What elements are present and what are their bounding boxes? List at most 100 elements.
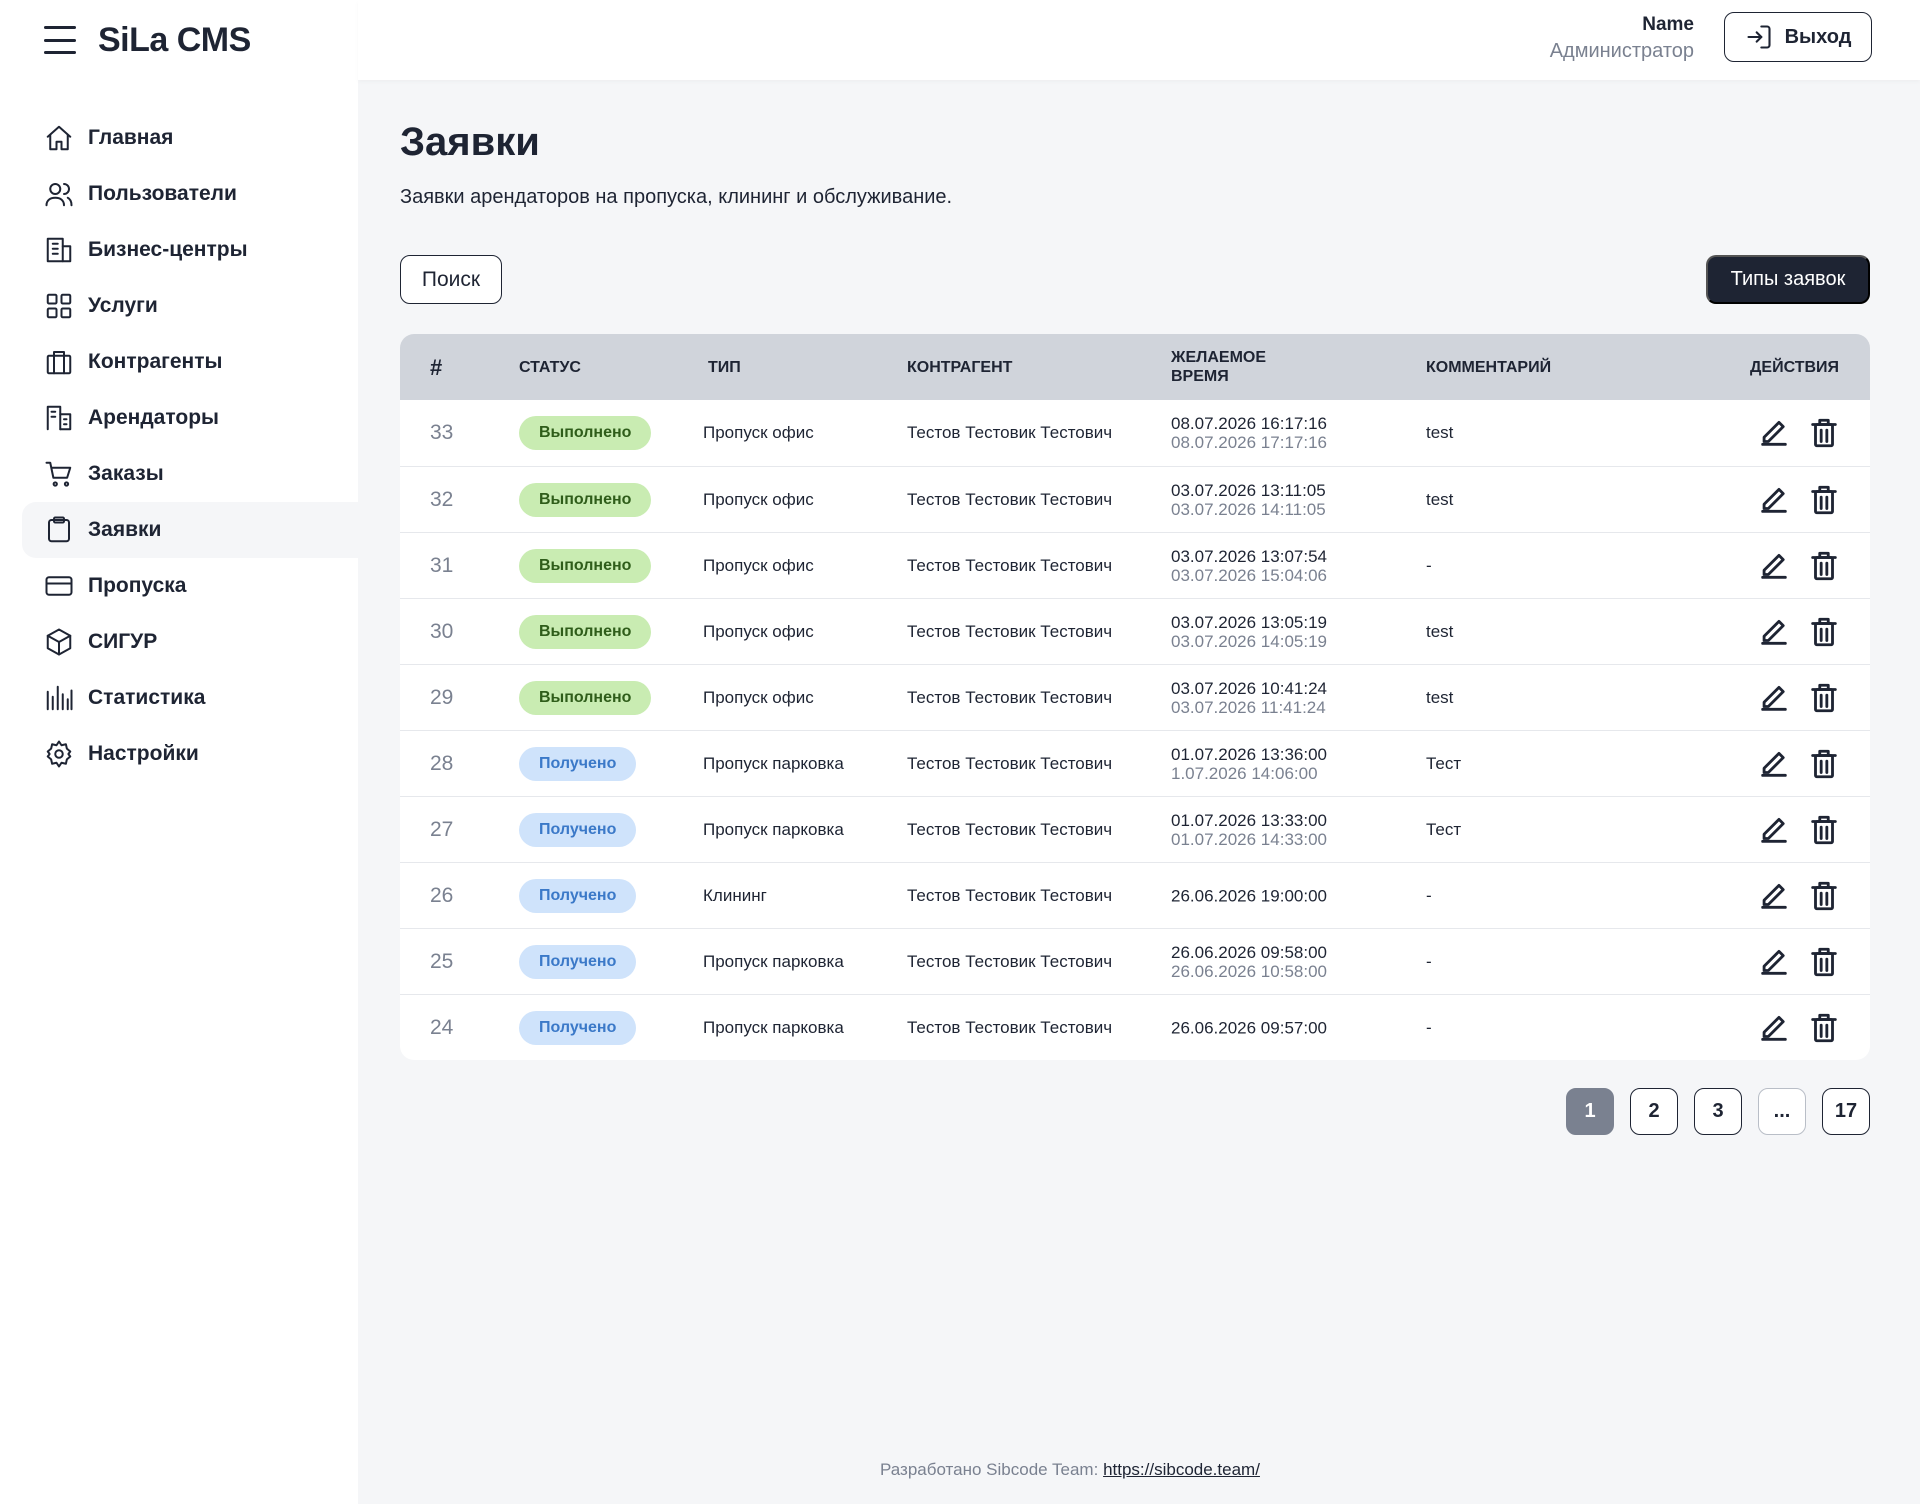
sidebar-item-label: Статистика: [88, 686, 206, 709]
page-button[interactable]: 3: [1694, 1088, 1742, 1135]
sidebar-item-briefcase[interactable]: Контрагенты: [22, 334, 358, 390]
time-start: 26.06.2026 09:58:00: [1171, 942, 1327, 962]
edit-icon[interactable]: [1756, 482, 1792, 518]
sidebar-item-clipboard[interactable]: Заявки: [22, 502, 358, 558]
sidebar-item-cube[interactable]: СИГУР: [22, 614, 358, 670]
trash-icon[interactable]: [1806, 415, 1842, 451]
status-badge: Выполнено: [519, 680, 652, 715]
row-time: 08.07.2026 16:17:16 08.07.2026 17:17:16: [1171, 414, 1327, 452]
table-row[interactable]: 32 Выполнено Пропуск офис Тестов Тестовик Т…: [400, 466, 1870, 532]
table-row[interactable]: 33 Выполнено Пропуск офис Тестов Тестовик Т…: [400, 400, 1870, 466]
table-row[interactable]: 25 Получено Пропуск парковка Тестов Тестови…: [400, 928, 1870, 994]
sidebar-item-home[interactable]: Главная: [22, 110, 358, 166]
table-row[interactable]: 24 Получено Пропуск парковка Тестов Тестови…: [400, 994, 1870, 1060]
row-comment: Тест: [1426, 753, 1462, 773]
page-button[interactable]: 1: [1566, 1088, 1614, 1135]
table-row[interactable]: 29 Выполнено Пропуск офис Тестов Тестовик Т…: [400, 664, 1870, 730]
edit-icon[interactable]: [1756, 812, 1792, 848]
table-row[interactable]: 30 Выполнено Пропуск офис Тестов Тестовик Т…: [400, 598, 1870, 664]
sidebar-item-label: Бизнес-центры: [88, 238, 248, 261]
trash-icon[interactable]: [1806, 944, 1842, 980]
sidebar-item-label: Услуги: [88, 294, 158, 317]
status-badge: Получено: [519, 944, 637, 979]
trash-icon[interactable]: [1806, 482, 1842, 518]
row-contractor: Тестов Тестовик Тестович: [907, 951, 1113, 971]
row-actions: [1756, 614, 1842, 650]
row-status: Получено: [519, 878, 637, 913]
page-ellipsis[interactable]: ...: [1758, 1088, 1806, 1135]
row-contractor: Тестов Тестовик Тестович: [907, 621, 1113, 641]
row-id: 30: [430, 619, 454, 643]
sidebar-item-card[interactable]: Пропуска: [22, 558, 358, 614]
sidebar-item-office[interactable]: Арендаторы: [22, 390, 358, 446]
row-contractor: Тестов Тестовик Тестович: [907, 555, 1113, 575]
edit-icon[interactable]: [1756, 614, 1792, 650]
trash-icon[interactable]: [1806, 614, 1842, 650]
hamburger-menu-icon[interactable]: [44, 26, 76, 54]
request-types-button[interactable]: Типы заявок: [1706, 255, 1870, 304]
row-status: Выполнено: [519, 680, 652, 715]
row-type: Клининг: [703, 885, 767, 905]
page-button[interactable]: 2: [1630, 1088, 1678, 1135]
row-comment: -: [1426, 885, 1432, 905]
table-row[interactable]: 31 Выполнено Пропуск офис Тестов Тестовик Т…: [400, 532, 1870, 598]
edit-icon[interactable]: [1756, 746, 1792, 782]
table-row[interactable]: 28 Получено Пропуск парковка Тестов Тестови…: [400, 730, 1870, 796]
row-type: Пропуск офис: [703, 423, 814, 442]
edit-icon[interactable]: [1756, 1010, 1792, 1046]
row-contractor: Тестов Тестовик Тестович: [907, 1017, 1113, 1037]
row-type: Пропуск парковка: [703, 753, 844, 773]
row-status: Получено: [519, 1010, 637, 1045]
row-actions: [1756, 746, 1842, 782]
sidebar-item-gear[interactable]: Настройки: [22, 726, 358, 782]
trash-icon[interactable]: [1806, 1010, 1842, 1046]
row-time: 26.06.2026 19:00:00: [1171, 886, 1327, 905]
sidebar-item-label: Контрагенты: [88, 350, 223, 373]
sidebar-item-grid[interactable]: Услуги: [22, 278, 358, 334]
sidebar-item-cart[interactable]: Заказы: [22, 446, 358, 502]
search-button[interactable]: Поиск: [400, 255, 502, 304]
row-status: Выполнено: [519, 614, 652, 649]
edit-icon[interactable]: [1756, 680, 1792, 716]
trash-icon[interactable]: [1806, 680, 1842, 716]
row-id: 29: [430, 685, 454, 709]
sidebar-item-building[interactable]: Бизнес-центры: [22, 222, 358, 278]
trash-icon[interactable]: [1806, 878, 1842, 914]
edit-icon[interactable]: [1756, 415, 1792, 451]
row-comment: -: [1426, 951, 1432, 971]
edit-icon[interactable]: [1756, 548, 1792, 584]
table-row[interactable]: 26 Получено Клининг Тестов Тестовик Тестови…: [400, 862, 1870, 928]
edit-icon[interactable]: [1756, 878, 1792, 914]
row-actions: [1756, 878, 1842, 914]
col-type: Тип: [708, 358, 741, 376]
trash-icon[interactable]: [1806, 746, 1842, 782]
edit-icon[interactable]: [1756, 944, 1792, 980]
row-status: Получено: [519, 746, 637, 781]
page-subtitle: Заявки арендаторов на пропуска, клининг …: [400, 186, 953, 208]
building-icon: [44, 235, 74, 265]
row-type: Пропуск офис: [703, 621, 814, 641]
row-contractor: Тестов Тестовик Тестович: [907, 885, 1113, 905]
status-badge: Получено: [519, 878, 637, 913]
row-id: 28: [430, 751, 454, 775]
page-title: Заявки: [400, 120, 540, 164]
table-row[interactable]: 27 Получено Пропуск парковка Тестов Тестови…: [400, 796, 1870, 862]
row-contractor: Тестов Тестовик Тестович: [907, 489, 1113, 509]
row-time: 03.07.2026 10:41:24 03.07.2026 11:41:24: [1171, 679, 1327, 717]
row-time: 03.07.2026 13:05:19 03.07.2026 14:05:19: [1171, 613, 1327, 651]
page-button[interactable]: 17: [1822, 1088, 1870, 1135]
status-badge: Выполнено: [519, 416, 652, 450]
footer-link[interactable]: https://sibcode.team/: [1103, 1460, 1260, 1479]
status-badge: Получено: [519, 1010, 637, 1045]
sidebar-item-stats[interactable]: Статистика: [22, 670, 358, 726]
logout-button[interactable]: Выход: [1724, 12, 1872, 62]
row-contractor: Тестов Тестовик Тестович: [907, 687, 1113, 707]
row-status: Выполнено: [519, 416, 652, 450]
time-end: 03.07.2026 14:11:05: [1171, 499, 1326, 519]
user-name: Name: [1642, 14, 1694, 35]
time-end: 1.07.2026 14:06:00: [1171, 763, 1318, 783]
sidebar-item-users[interactable]: Пользователи: [22, 166, 358, 222]
sidebar-item-label: Пользователи: [88, 182, 237, 205]
trash-icon[interactable]: [1806, 548, 1842, 584]
trash-icon[interactable]: [1806, 812, 1842, 848]
